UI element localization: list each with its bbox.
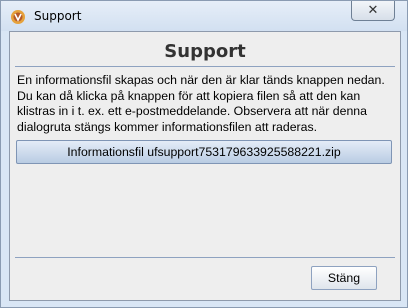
info-text: En informationsfil skapas och när den är… [17, 73, 385, 134]
support-dialog-window: Support ✕ Support En informationsfil ska… [0, 0, 408, 308]
bottom-divider [15, 257, 395, 258]
close-button[interactable]: Stäng [311, 266, 377, 290]
title-bar[interactable]: Support ✕ [1, 1, 407, 31]
top-divider [15, 66, 395, 67]
close-icon: ✕ [367, 3, 379, 18]
copy-info-file-button[interactable]: Informationsfil ufsupport753179633925588… [16, 140, 392, 164]
close-button-label: Stäng [327, 271, 361, 285]
window-title: Support [34, 9, 82, 23]
copy-info-file-label: Informationsfil ufsupport753179633925588… [67, 145, 341, 159]
app-logo-icon [10, 9, 26, 25]
dialog-heading: Support [164, 41, 246, 62]
window-close-button[interactable]: ✕ [351, 1, 395, 21]
dialog-content: Support En informationsfil skapas och nä… [9, 31, 401, 301]
